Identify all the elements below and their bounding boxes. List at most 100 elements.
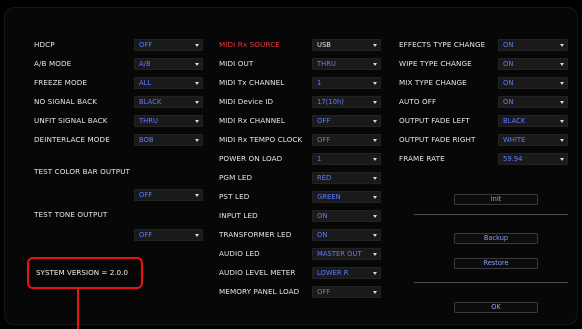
init-button[interactable]: Init (454, 194, 538, 205)
label-midi-out: MIDI OUT (219, 59, 254, 68)
dropdown-value: A/B (139, 60, 151, 68)
label-auto-off: AUTO OFF (399, 97, 437, 106)
label-midi-rx-tempo-clock: MIDI Rx TEMPO CLOCK (219, 135, 303, 144)
chevron-down-icon (373, 82, 377, 85)
label-ab-mode: A/B MODE (34, 59, 72, 68)
dropdown-value: LOWER R (317, 269, 349, 277)
chevron-down-icon (373, 253, 377, 256)
highlight-pointer-line (77, 289, 79, 329)
chevron-down-icon (195, 234, 199, 237)
chevron-down-icon (560, 82, 564, 85)
dropdown-value: ON (317, 212, 328, 220)
label-output-fade-left: OUTPUT FADE LEFT (399, 116, 470, 125)
chevron-down-icon (373, 177, 377, 180)
dropdown-unfit-signal-back[interactable]: THRU (134, 115, 203, 127)
label-transformer-led: TRANSFORMER LED (219, 230, 292, 239)
dropdown-transformer-led[interactable]: ON (312, 229, 381, 241)
dropdown-value: ALL (139, 79, 152, 87)
dropdown-test-color-bar[interactable]: OFF (134, 189, 203, 201)
chevron-down-icon (195, 194, 199, 197)
dropdown-ab-mode[interactable]: A/B (134, 58, 203, 70)
dropdown-value: 17(10h) (317, 98, 344, 106)
dropdown-value: BLACK (139, 98, 162, 106)
chevron-down-icon (560, 63, 564, 66)
dropdown-output-fade-right[interactable]: WHITE (498, 134, 568, 146)
divider (414, 214, 568, 215)
dropdown-wipe-type-change[interactable]: ON (498, 58, 568, 70)
dropdown-output-fade-left[interactable]: BLACK (498, 115, 568, 127)
dropdown-value: OFF (139, 41, 153, 49)
system-version: SYSTEM VERSION = 2.0.0 (36, 268, 128, 277)
dropdown-value: ON (317, 231, 328, 239)
restore-button[interactable]: Restore (454, 258, 538, 269)
label-test-tone: TEST TONE OUTPUT (34, 210, 108, 219)
dropdown-midi-rx-channel[interactable]: OFF (312, 115, 381, 127)
dropdown-value: THRU (317, 60, 336, 68)
chevron-down-icon (373, 291, 377, 294)
dropdown-pst-led[interactable]: GREEN (312, 191, 381, 203)
chevron-down-icon (195, 139, 199, 142)
dropdown-input-led[interactable]: ON (312, 210, 381, 222)
label-frame-rate: FRAME RATE (399, 154, 445, 163)
dropdown-midi-device-id[interactable]: 17(10h) (312, 96, 381, 108)
dropdown-power-on-load[interactable]: 1 (312, 153, 381, 165)
dropdown-freeze-mode[interactable]: ALL (134, 77, 203, 89)
dropdown-memory-panel-load[interactable]: OFF (312, 286, 381, 298)
chevron-down-icon (195, 120, 199, 123)
chevron-down-icon (373, 63, 377, 66)
dropdown-value: ON (503, 79, 514, 87)
label-test-color-bar: TEST COLOR BAR OUTPUT (34, 167, 131, 176)
dropdown-mix-type-change[interactable]: ON (498, 77, 568, 89)
label-unfit-signal-back: UNFIT SIGNAL BACK (34, 116, 108, 125)
label-hdcp: HDCP (34, 40, 55, 49)
chevron-down-icon (195, 63, 199, 66)
label-pgm-led: PGM LED (219, 173, 253, 182)
dropdown-value: OFF (139, 231, 153, 239)
dropdown-value: BLACK (503, 117, 526, 125)
chevron-down-icon (195, 82, 199, 85)
dropdown-value: OFF (139, 191, 153, 199)
label-wipe-type-change: WIPE TYPE CHANGE (399, 59, 472, 68)
label-effects-type-change: EFFECTS TYPE CHANGE (399, 40, 486, 49)
label-midi-device-id: MIDI Device ID (219, 97, 274, 106)
dropdown-value: OFF (317, 288, 331, 296)
dropdown-midi-rx-source[interactable]: USB (312, 39, 381, 51)
chevron-down-icon (373, 101, 377, 104)
dropdown-pgm-led[interactable]: RED (312, 172, 381, 184)
dropdown-hdcp[interactable]: OFF (134, 39, 203, 51)
label-audio-led: AUDIO LED (219, 249, 260, 258)
dropdown-value: BOB (139, 136, 154, 144)
ok-button[interactable]: OK (454, 302, 538, 313)
dropdown-auto-off[interactable]: ON (498, 96, 568, 108)
label-midi-rx-channel: MIDI Rx CHANNEL (219, 116, 285, 125)
dropdown-midi-rx-tempo-clock[interactable]: OFF (312, 134, 381, 146)
label-output-fade-right: OUTPUT FADE RIGHT (399, 135, 476, 144)
label-no-signal-back: NO SIGNAL BACK (34, 97, 98, 106)
backup-button[interactable]: Backup (454, 233, 538, 244)
dropdown-effects-type-change[interactable]: ON (498, 39, 568, 51)
dropdown-value: ON (503, 41, 514, 49)
dropdown-value: THRU (139, 117, 158, 125)
dropdown-frame-rate[interactable]: 59.94 (498, 153, 568, 165)
label-audio-level-meter: AUDIO LEVEL METER (219, 268, 296, 277)
label-mix-type-change: MIX TYPE CHANGE (399, 78, 467, 87)
label-power-on-load: POWER ON LOAD (219, 154, 283, 163)
dropdown-value: USB (317, 41, 331, 49)
chevron-down-icon (373, 272, 377, 275)
label-memory-panel-load: MEMORY PANEL LOAD (219, 287, 300, 296)
dropdown-value: WHITE (503, 136, 526, 144)
chevron-down-icon (373, 120, 377, 123)
dropdown-no-signal-back[interactable]: BLACK (134, 96, 203, 108)
dropdown-audio-led[interactable]: MASTER OUT (312, 248, 381, 260)
dropdown-value: OFF (317, 136, 331, 144)
dropdown-midi-out[interactable]: THRU (312, 58, 381, 70)
dropdown-audio-level-meter[interactable]: LOWER R (312, 267, 381, 279)
chevron-down-icon (195, 101, 199, 104)
dropdown-test-tone[interactable]: OFF (134, 229, 203, 241)
dropdown-midi-tx-channel[interactable]: 1 (312, 77, 381, 89)
chevron-down-icon (373, 215, 377, 218)
label-pst-led: PST LED (219, 192, 250, 201)
dropdown-value: ON (503, 60, 514, 68)
dropdown-deinterlace-mode[interactable]: BOB (134, 134, 203, 146)
dropdown-value: 1 (317, 155, 322, 163)
